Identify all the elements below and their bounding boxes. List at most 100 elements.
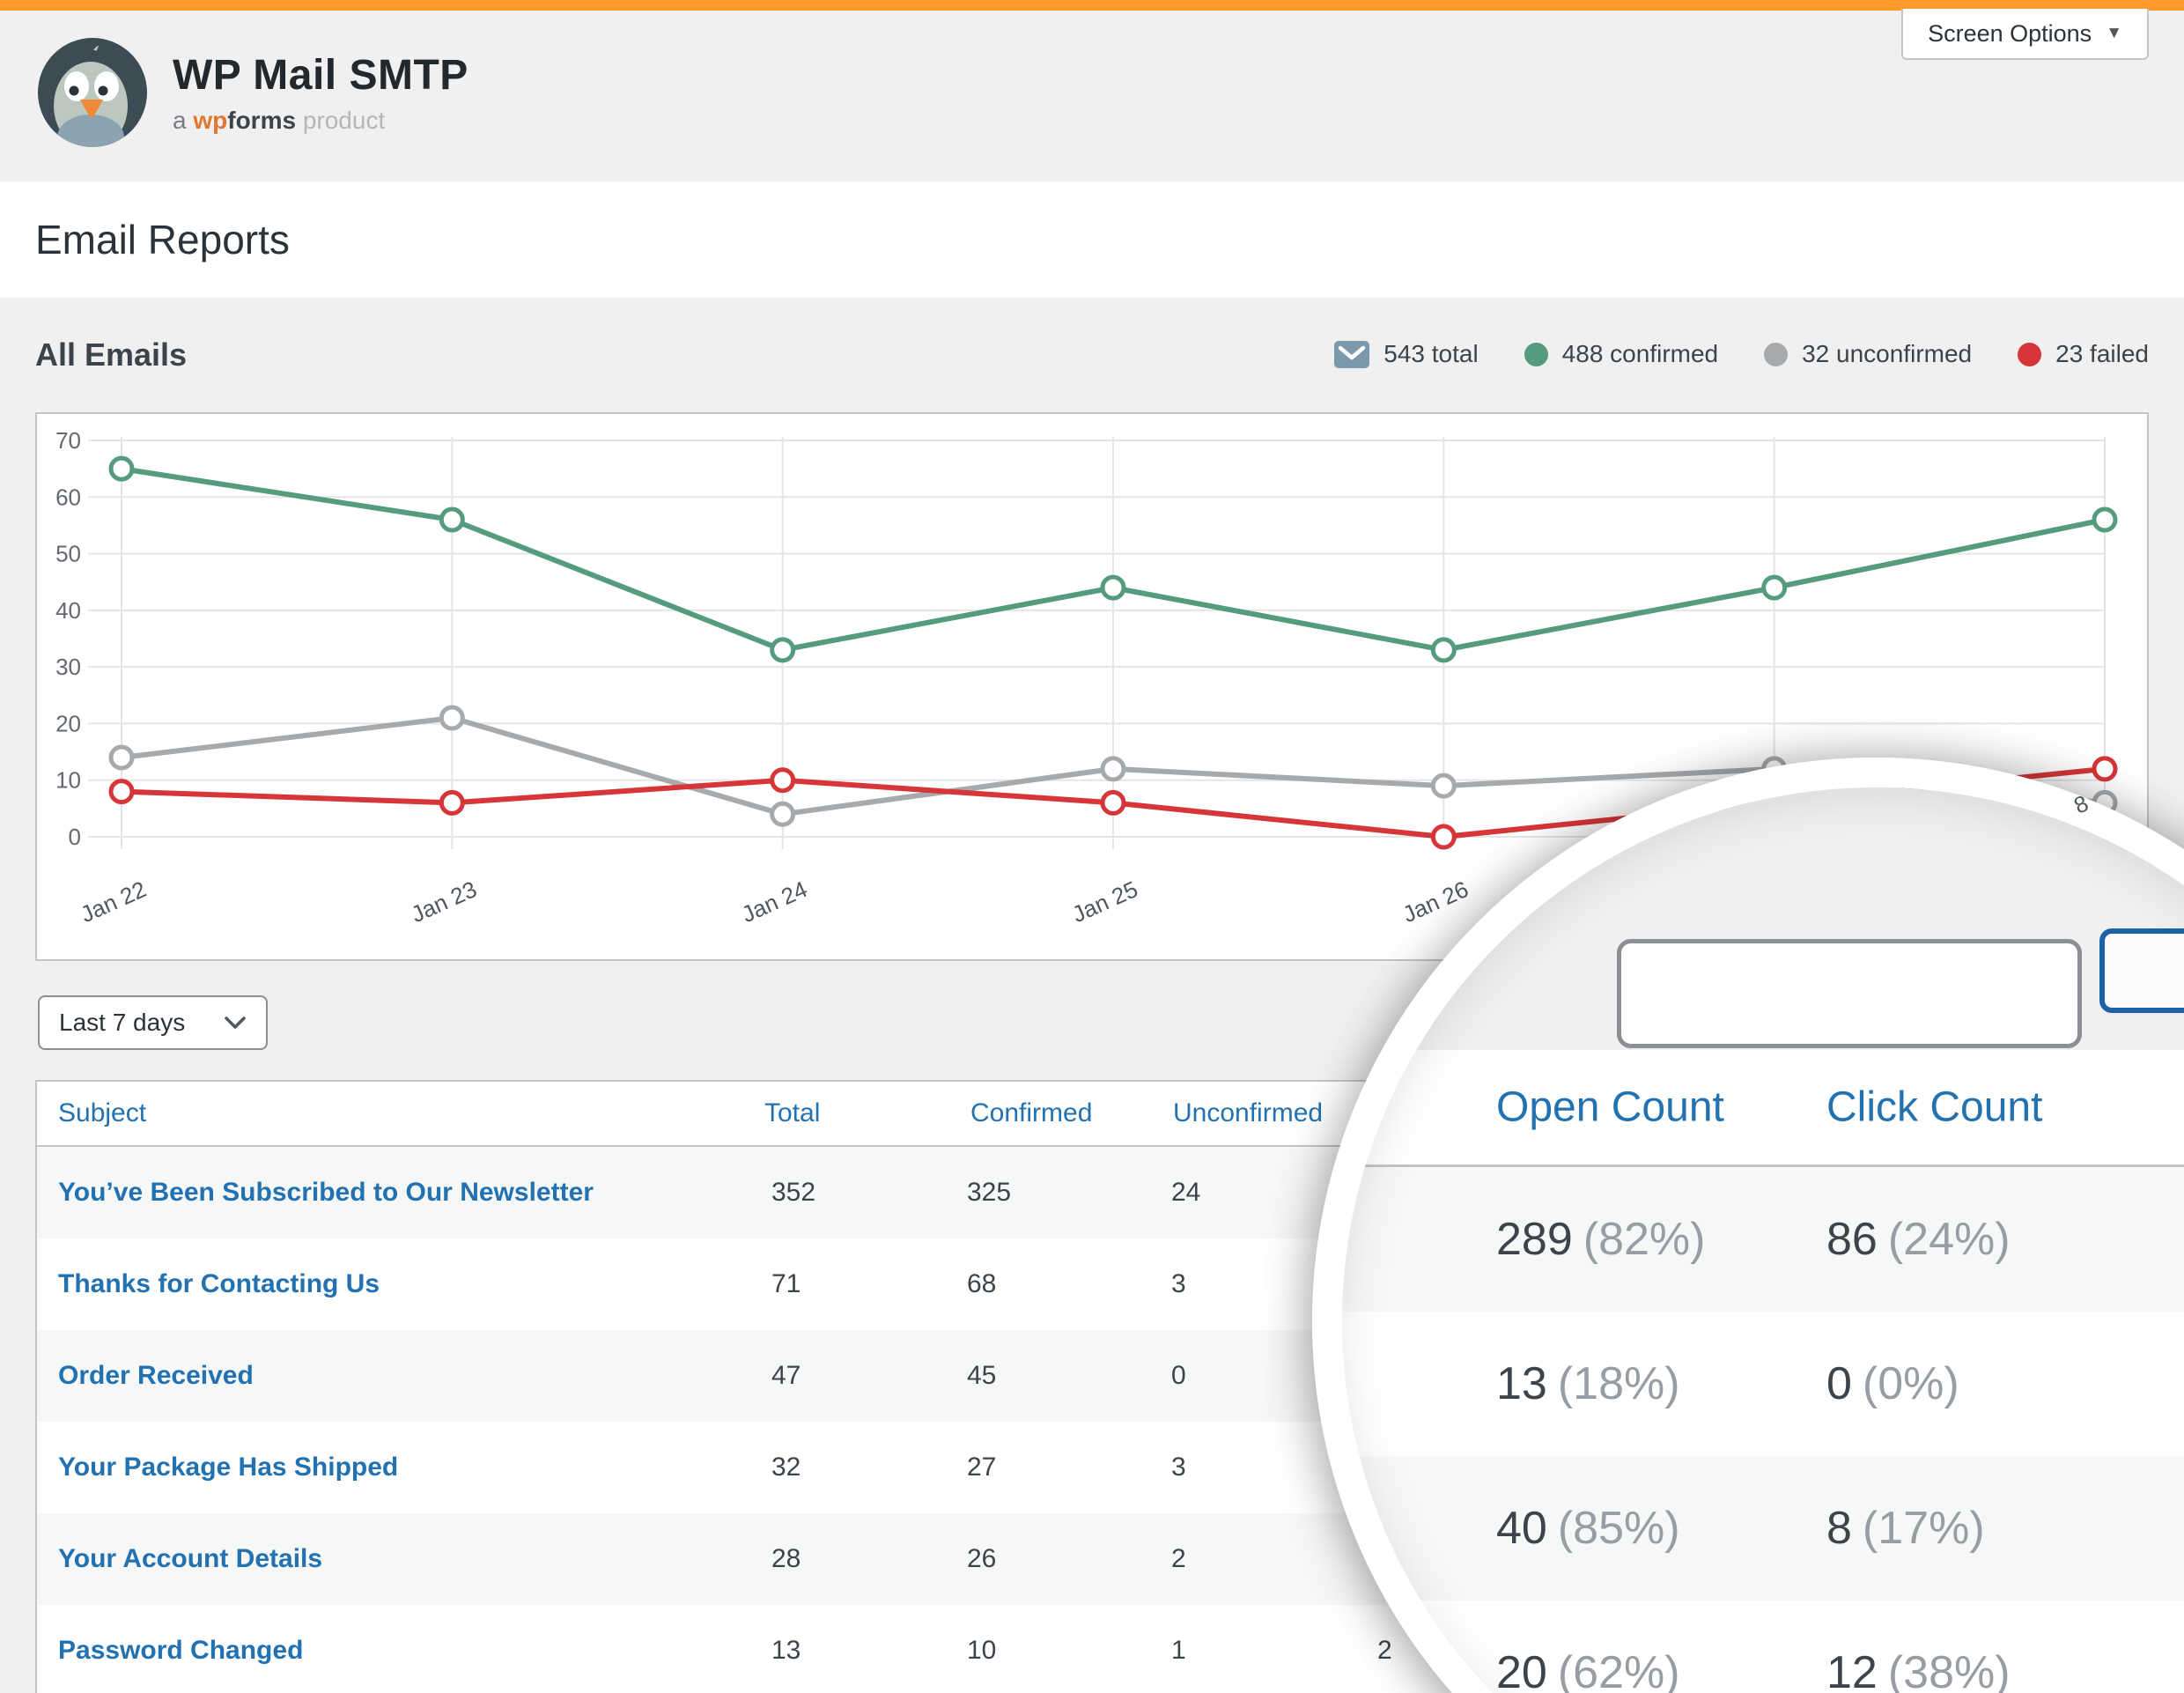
tagline-prefix: a: [173, 107, 187, 134]
tagline-forms: forms: [227, 107, 296, 134]
tagline-product: product: [303, 107, 385, 134]
app-tagline: a wpforms product: [173, 107, 469, 135]
tagline-wp: wp: [193, 107, 227, 134]
magnified-table-row: 40(85%) 8(17%): [1342, 1456, 2184, 1601]
app-title: WP Mail SMTP: [173, 51, 469, 100]
chart-legend: 543 total 488 confirmed 32 unconfirmed 23 f…: [1334, 340, 2149, 368]
legend-dot-icon: [1524, 343, 1548, 366]
all-emails-heading: All Emails: [35, 336, 187, 373]
unconfirmed-cell: 1: [1171, 1636, 1186, 1666]
email-subject-link[interactable]: You’ve Been Subscribed to Our Newsletter: [58, 1178, 594, 1208]
chevron-down-icon: [224, 1016, 247, 1030]
legend-label: 32 unconfirmed: [1802, 340, 1972, 368]
email-subject-link[interactable]: Thanks for Contacting Us: [58, 1269, 380, 1299]
click-count-percent: (24%): [1888, 1214, 2011, 1265]
svg-text:60: 60: [55, 484, 81, 510]
email-subject-link[interactable]: Order Received: [58, 1361, 254, 1391]
confirmed-cell: 325: [967, 1178, 1011, 1208]
legend-dot-icon: [2018, 343, 2041, 366]
click-count-value: 0: [1826, 1358, 1852, 1409]
total-cell: 47: [771, 1361, 801, 1391]
email-subject-link[interactable]: Your Account Details: [58, 1544, 322, 1574]
click-count-percent: (0%): [1863, 1358, 1959, 1409]
magnified-table-header: Open Count Click Count: [1342, 1050, 2184, 1167]
total-cell: 32: [771, 1453, 801, 1482]
total-cell: 352: [771, 1178, 815, 1208]
unconfirmed-cell: 0: [1171, 1361, 1186, 1391]
confirmed-cell: 45: [967, 1361, 996, 1391]
page-title-band: Email Reports: [0, 181, 2184, 298]
legend-item: 488 confirmed: [1524, 340, 1718, 368]
legend-dot-icon: [1764, 343, 1788, 366]
svg-text:Jan 25: Jan 25: [1068, 876, 1142, 928]
page-title: Email Reports: [35, 216, 290, 263]
open-count-value: 13: [1496, 1358, 1547, 1409]
svg-text:Jan 26: Jan 26: [1398, 876, 1472, 928]
unconfirmed-cell: 3: [1171, 1453, 1186, 1482]
svg-text:10: 10: [55, 767, 81, 794]
search-input[interactable]: [1617, 939, 2082, 1048]
open-count-value: 289: [1496, 1214, 1573, 1265]
date-range-select[interactable]: Last 7 days: [38, 995, 268, 1050]
legend-label: 23 failed: [2055, 340, 2149, 368]
click-count-value: 12: [1826, 1647, 1878, 1693]
svg-text:40: 40: [55, 597, 81, 624]
open-count-value: 20: [1496, 1647, 1547, 1693]
screen-options-label: Screen Options: [1928, 20, 2092, 48]
open-count-cell: 289(82%): [1496, 1213, 1705, 1266]
wp-mail-smtp-logo: WP Mail SMTP a wpforms product: [35, 35, 469, 150]
top-accent-bar: [0, 0, 2184, 11]
date-range-value: Last 7 days: [59, 1009, 185, 1037]
click-count-percent: (17%): [1863, 1503, 1985, 1554]
confirmed-cell: 27: [967, 1453, 996, 1482]
magnified-table-row: 289(82%) 86(24%): [1342, 1167, 2184, 1312]
total-cell: 71: [771, 1269, 801, 1299]
svg-text:Jan 23: Jan 23: [407, 876, 481, 928]
unconfirmed-cell: 24: [1171, 1178, 1200, 1208]
email-subject-link[interactable]: Your Package Has Shipped: [58, 1453, 398, 1482]
open-count-cell: 20(62%): [1496, 1646, 1680, 1693]
column-header-unconfirmed[interactable]: Unconfirmed: [1173, 1098, 1323, 1128]
chevron-down-icon: ▼: [2106, 24, 2122, 43]
search-button[interactable]: [2099, 928, 2184, 1013]
click-count-cell: 8(17%): [1826, 1502, 1985, 1555]
confirmed-cell: 68: [967, 1269, 996, 1299]
open-count-value: 40: [1496, 1503, 1547, 1554]
total-cell: 13: [771, 1636, 801, 1666]
svg-text:0: 0: [69, 824, 81, 850]
click-count-cell: 86(24%): [1826, 1213, 2011, 1266]
column-header-total[interactable]: Total: [764, 1098, 820, 1128]
email-subject-link[interactable]: Password Changed: [58, 1636, 303, 1666]
click-count-cell: 12(38%): [1826, 1646, 2011, 1693]
svg-text:70: 70: [55, 427, 81, 454]
open-count-cell: 13(18%): [1496, 1357, 1680, 1410]
confirmed-cell: 10: [967, 1636, 996, 1666]
legend-item: 543 total: [1334, 340, 1478, 368]
open-count-cell: 40(85%): [1496, 1502, 1680, 1555]
svg-text:50: 50: [55, 541, 81, 567]
column-header-open-count[interactable]: Open Count: [1496, 1083, 1724, 1132]
email-reports-page: WP Mail SMTP a wpforms product Screen Op…: [0, 0, 2184, 1693]
screen-options-button[interactable]: Screen Options ▼: [1901, 9, 2149, 60]
magnified-table-row: 13(18%) 0(0%): [1342, 1312, 2184, 1456]
open-count-percent: (18%): [1558, 1358, 1680, 1409]
unconfirmed-cell: 3: [1171, 1269, 1186, 1299]
legend-label: 488 confirmed: [1562, 340, 1718, 368]
column-header-subject[interactable]: Subject: [58, 1098, 146, 1128]
unconfirmed-cell: 2: [1171, 1544, 1186, 1574]
legend-item: 32 unconfirmed: [1764, 340, 1972, 368]
column-header-confirmed[interactable]: Confirmed: [970, 1098, 1092, 1128]
svg-text:20: 20: [55, 710, 81, 736]
legend-label: 543 total: [1383, 340, 1478, 368]
total-cell: 28: [771, 1544, 801, 1574]
pigeon-mascot-icon: [35, 35, 150, 150]
svg-text:Jan 22: Jan 22: [77, 876, 151, 928]
column-header-click-count[interactable]: Click Count: [1826, 1083, 2042, 1132]
open-count-percent: (62%): [1558, 1647, 1680, 1693]
legend-item: 23 failed: [2018, 340, 2149, 368]
svg-text:30: 30: [55, 654, 81, 680]
magnified-table-rows: 289(82%) 86(24%) 13(18%) 0(0%) 40(85%) 8(17%)…: [1342, 1167, 2184, 1693]
open-count-percent: (85%): [1558, 1503, 1680, 1554]
envelope-icon: [1334, 341, 1369, 368]
open-count-percent: (82%): [1583, 1214, 1706, 1265]
